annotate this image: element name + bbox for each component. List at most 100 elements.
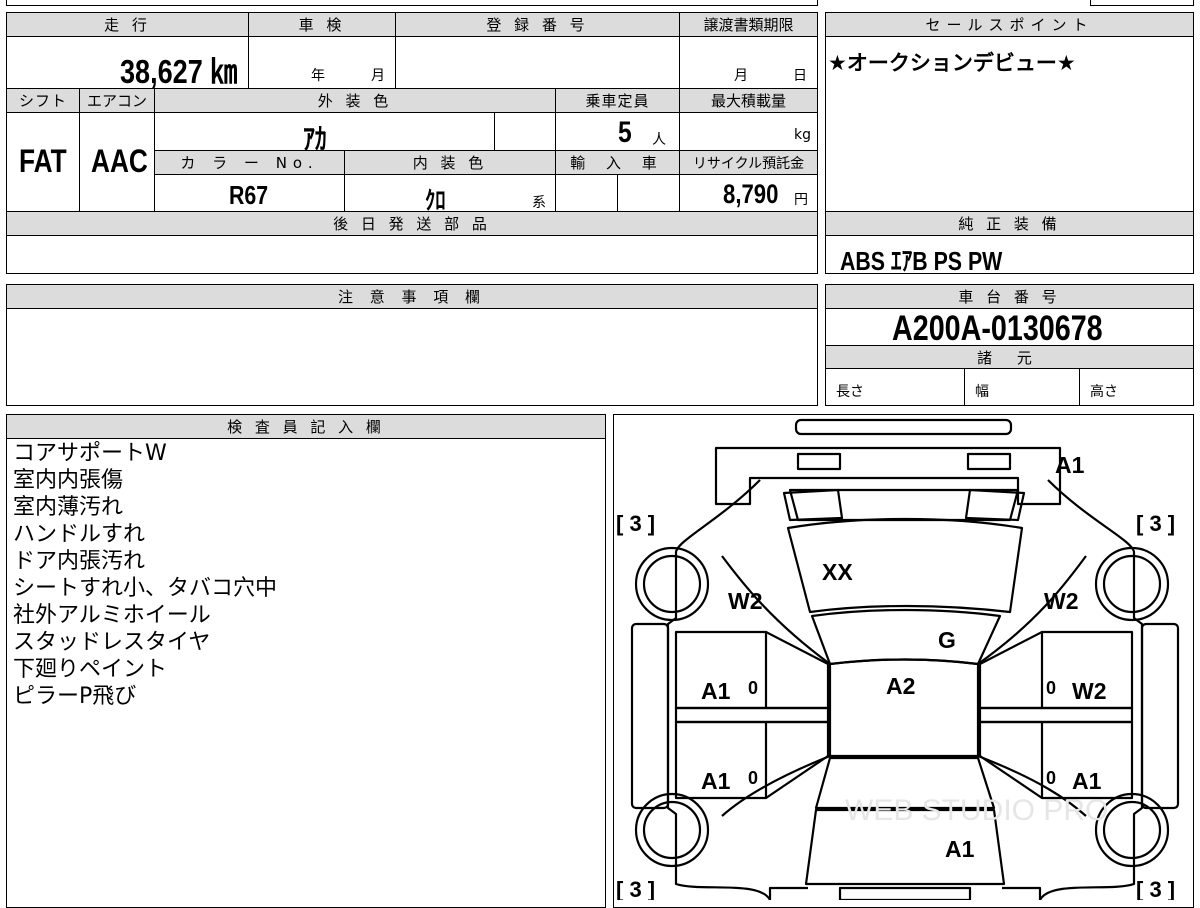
- inspector-line: シートすれ小、タバコ穴中: [13, 576, 278, 601]
- mark-right-front-fender: W2: [1044, 588, 1079, 614]
- sales-point-cell: ★オークションデビュー★: [825, 36, 1194, 212]
- watermark: WEB STUDIO PRO: [845, 794, 1108, 827]
- specs-width: 幅: [975, 384, 989, 400]
- mark-roof: A2: [886, 673, 915, 699]
- inspector-lines: コアサポートW 室内内張傷 室内薄汚れ ハンドルすれ ドア内張汚れ シートすれ小…: [13, 440, 277, 710]
- exterior-color-label: 外 装 色: [154, 88, 556, 113]
- front-bumper-bar: [794, 418, 1013, 436]
- transfer-deadline-label: 譲渡書類期限: [679, 12, 818, 37]
- specs-label: 諸 元: [825, 345, 1194, 369]
- capacity-unit: 人: [652, 132, 666, 148]
- color-no-value: R67: [229, 180, 269, 210]
- notes-cell: [6, 308, 818, 406]
- tire-front-right: [1094, 546, 1170, 622]
- registration-cell: [395, 36, 680, 89]
- specs-height: 高さ: [1090, 384, 1118, 400]
- inspector-line: ドア内張汚れ: [13, 549, 146, 574]
- inspector-line: スタッドレスタイヤ: [13, 630, 211, 655]
- deadline-day: 日: [793, 68, 807, 84]
- capacity-cell: 5 人: [555, 112, 680, 151]
- mileage-value: 38,627 ㎞: [120, 53, 238, 90]
- mileage-label: 走 行: [6, 12, 249, 37]
- inspector-cell: コアサポートW 室内内張傷 室内薄汚れ ハンドルすれ ドア内張汚れ シートすれ小…: [6, 438, 606, 908]
- car-diagram: WEB STUDIO PRO A1 XX W2 W2 G A2 A1 W2 A1…: [616, 418, 1180, 900]
- exterior-color-extra: [494, 112, 556, 151]
- inspector-line: 社外アルミホイール: [13, 603, 211, 628]
- shift-cell: FAT: [6, 112, 80, 212]
- import-cell-2: [617, 174, 680, 212]
- interior-color-suffix: 系: [532, 195, 546, 211]
- recycle-unit: 円: [794, 192, 808, 208]
- max-load-unit: kg: [794, 127, 811, 143]
- interior-color-label: 内 装 色: [344, 150, 556, 175]
- left-headlight: [796, 452, 842, 471]
- equipment-value: ABS ｴｱB PS PW: [840, 246, 1003, 276]
- exterior-color-cell: ｱｶ: [154, 112, 495, 156]
- equipment-cell: ABS ｴｱB PS PW: [825, 235, 1194, 276]
- color-no-cell: R67: [154, 174, 345, 212]
- deadline-month: 月: [734, 68, 748, 84]
- recycle-value: 8,790: [723, 179, 779, 209]
- windshield: [810, 608, 1002, 666]
- mark-trunk: A1: [945, 836, 975, 862]
- import-label: 輸 入 車: [555, 150, 680, 175]
- right-headlight: [966, 452, 1012, 471]
- inspector-line: 下廻りペイント: [13, 657, 168, 682]
- mark-left-front-door: A1: [701, 678, 731, 704]
- top-strip-right: [1090, 0, 1194, 6]
- mark-right-front-door: W2: [1072, 678, 1107, 704]
- color-no-label: カ ラ ー No.: [154, 150, 345, 175]
- specs-length-cell: 長さ: [825, 368, 965, 406]
- recycle-label: リサイクル預託金: [679, 150, 818, 175]
- mark-left-rear-door-zero: 0: [748, 768, 758, 788]
- aircon-cell: AAC: [79, 112, 155, 212]
- mark-left-rear-door: A1: [701, 768, 731, 794]
- shaken-cell: 年 月: [248, 36, 396, 89]
- inspector-line: コアサポートW: [13, 441, 167, 466]
- tire-front-left: [634, 546, 710, 622]
- chassis-value: A200A-0130678: [892, 309, 1103, 348]
- tire-tread-rear-right: [ 3 ]: [1136, 877, 1175, 900]
- inspector-line: 室内薄汚れ: [13, 495, 124, 520]
- mileage-cell: 38,627 ㎞: [6, 36, 249, 90]
- capacity-label: 乗車定員: [555, 88, 680, 113]
- shaken-label: 車 検: [248, 12, 396, 37]
- equipment-label: 純 正 装 備: [825, 211, 1194, 236]
- tire-tread-front-left: [ 3 ]: [616, 511, 655, 536]
- later-parts-cell: [6, 235, 818, 274]
- tire-tread-front-right: [ 3 ]: [1136, 511, 1175, 536]
- mark-left-front-door-zero: 0: [748, 678, 758, 698]
- tire-rear-left: [634, 792, 710, 868]
- notes-label: 注 意 事 項 欄: [6, 284, 818, 309]
- later-parts-label: 後 日 発 送 部 品: [6, 211, 818, 236]
- transfer-deadline-cell: 月 日: [679, 36, 818, 89]
- capacity-value: 5: [618, 116, 632, 149]
- tire-tread-rear-left: [ 3 ]: [616, 877, 655, 900]
- specs-length: 長さ: [836, 384, 864, 400]
- shaken-month: 月: [371, 68, 385, 84]
- sales-point-label: セールスポイント: [825, 12, 1194, 37]
- specs-width-cell: 幅: [964, 368, 1080, 406]
- import-cell-1: [555, 174, 618, 212]
- interior-color-cell: ｸﾛ 系: [344, 174, 556, 215]
- sales-point-text: ★オークションデビュー★: [828, 51, 1076, 75]
- mark-right-rear-door-zero: 0: [1046, 768, 1056, 788]
- registration-label: 登 録 番 号: [395, 12, 680, 37]
- chassis-cell: A200A-0130678: [825, 308, 1194, 348]
- mark-right-rear-door: A1: [1072, 768, 1102, 794]
- max-load-cell: kg: [679, 112, 818, 151]
- mark-right-front-door-zero: 0: [1046, 678, 1056, 698]
- vehicle-info-table: 走 行 車 検 登 録 番 号 譲渡書類期限 38,627 ㎞ 年 月 月 日 …: [6, 12, 818, 274]
- shaken-year: 年: [311, 68, 325, 84]
- mark-front-bumper: A1: [1055, 452, 1085, 478]
- top-strip: [6, 0, 818, 6]
- mark-hood: XX: [822, 559, 853, 585]
- inspector-line: ハンドルすれ: [13, 522, 146, 547]
- inspector-line: 室内内張傷: [13, 468, 124, 493]
- shift-label: シフト: [6, 88, 80, 113]
- max-load-label: 最大積載量: [679, 88, 818, 113]
- inspector-line: ピラーP飛び: [13, 684, 137, 709]
- mark-left-front-fender: W2: [728, 588, 763, 614]
- specs-height-cell: 高さ: [1079, 368, 1194, 406]
- front-bumper-outline: [714, 446, 1062, 506]
